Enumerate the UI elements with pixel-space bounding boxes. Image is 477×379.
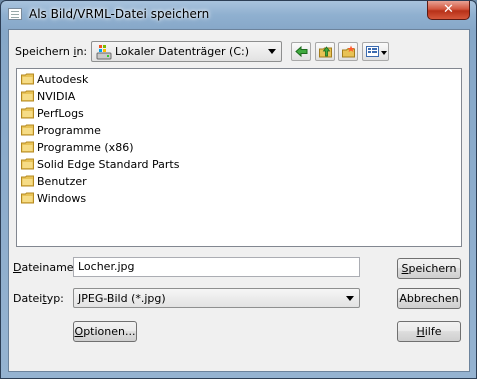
filetype-selected: JPEG-Bild (*.jpg) xyxy=(78,292,166,305)
filename-label: Dateiname: xyxy=(13,261,78,274)
dialog-client-area: Speichern in: Lokaler Datenträger (C:) A… xyxy=(8,29,470,372)
cancel-button[interactable]: Abbrechen xyxy=(397,288,461,309)
title-bar[interactable]: Als Bild/VRML-Datei speichern ✕ xyxy=(1,1,476,29)
folder-icon xyxy=(21,124,34,136)
new-folder-icon xyxy=(342,45,355,58)
folder-icon xyxy=(21,90,34,102)
filetype-label: Dateityp: xyxy=(13,292,64,305)
save-dialog-window: Als Bild/VRML-Datei speichern ✕ Speicher… xyxy=(0,0,477,379)
folder-icon xyxy=(21,141,34,153)
save-in-dropdown[interactable]: Lokaler Datenträger (C:) xyxy=(91,41,282,62)
save-in-selected: Lokaler Datenträger (C:) xyxy=(115,45,250,58)
file-list[interactable]: Autodesk NVIDIA PerfLogs Programme Progr… xyxy=(16,68,462,247)
filetype-dropdown[interactable]: JPEG-Bild (*.jpg) xyxy=(73,288,360,308)
window-title: Als Bild/VRML-Datei speichern xyxy=(29,7,210,21)
back-button[interactable] xyxy=(291,42,311,61)
save-in-label: Speichern in: xyxy=(15,45,88,58)
save-button[interactable]: Speichern xyxy=(397,258,461,279)
folder-icon xyxy=(21,158,34,170)
up-folder-button[interactable] xyxy=(315,42,335,61)
view-dropdown-arrow-icon xyxy=(381,51,387,55)
close-icon: ✕ xyxy=(443,2,454,17)
folder-icon xyxy=(21,73,34,85)
new-folder-button[interactable] xyxy=(338,42,358,61)
folder-icon xyxy=(21,192,34,204)
up-folder-icon xyxy=(319,46,332,58)
options-button[interactable]: Optionen... xyxy=(73,321,137,342)
folder-icon xyxy=(21,107,34,119)
chevron-down-icon xyxy=(268,49,276,54)
help-button[interactable]: Hilfe xyxy=(397,321,461,342)
drive-icon xyxy=(96,45,112,60)
view-menu-button[interactable] xyxy=(362,42,389,61)
view-menu-icon xyxy=(366,46,379,57)
filename-input[interactable]: Locher.jpg xyxy=(73,257,360,277)
close-button[interactable]: ✕ xyxy=(427,1,470,20)
dialog-icon xyxy=(8,8,22,20)
back-arrow-icon xyxy=(295,45,308,58)
folder-icon xyxy=(21,175,34,187)
chevron-down-icon xyxy=(346,296,354,301)
